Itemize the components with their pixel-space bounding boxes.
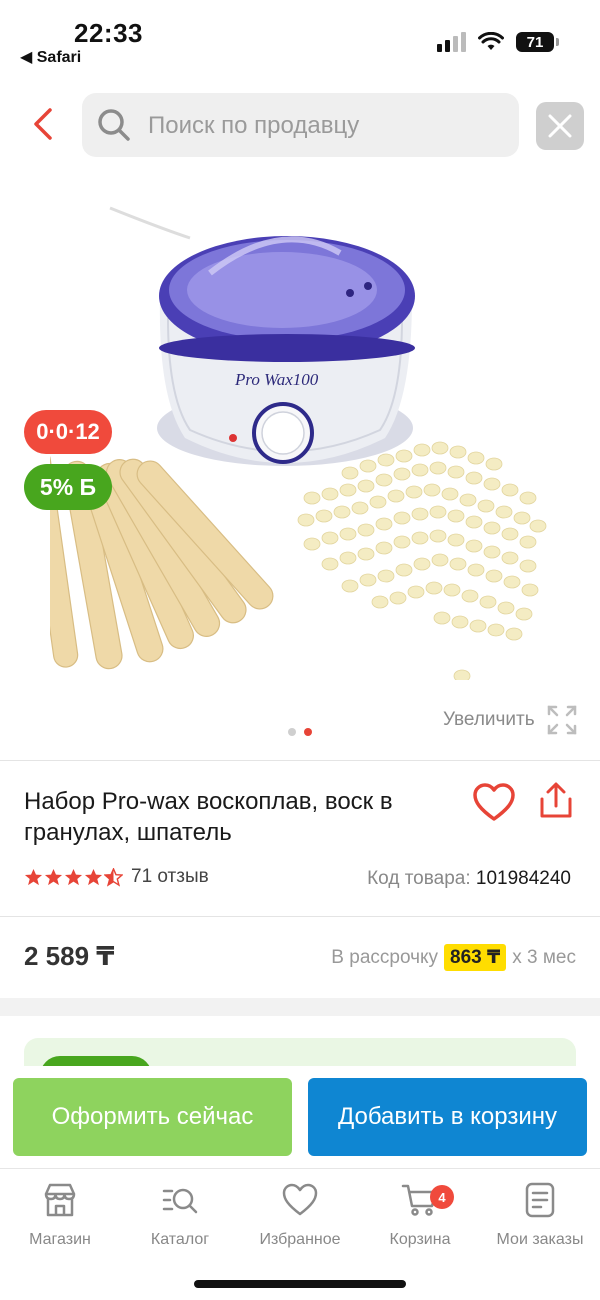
nav-item-cart[interactable]: 4 Корзина: [360, 1181, 480, 1249]
home-indicator[interactable]: [194, 1280, 406, 1288]
divider: [0, 760, 600, 761]
star-icon: [24, 868, 43, 885]
gallery-dot[interactable]: [288, 728, 296, 736]
star-half-icon: [104, 867, 123, 887]
installment-info[interactable]: В рассрочку 863 ₸ х 3 мес: [331, 944, 576, 971]
share-icon[interactable]: [537, 781, 575, 821]
status-bar: 22:33 ◀ Safari 71: [0, 0, 600, 80]
cart-count-badge: 4: [430, 1185, 454, 1209]
seller-search-input[interactable]: Поиск по продавцу: [82, 93, 519, 157]
status-time: 22:33: [74, 18, 143, 48]
gallery-dot-active[interactable]: [304, 728, 312, 736]
installment-badge: 0·0·12: [24, 410, 112, 454]
rating-stars: [24, 867, 123, 887]
status-icons: 71: [437, 32, 559, 52]
divider: [0, 916, 600, 917]
bonus-badge: 5% Б: [24, 464, 112, 510]
search-icon: [98, 109, 130, 141]
expand-icon[interactable]: [546, 704, 578, 736]
battery-indicator: 71: [516, 32, 559, 52]
add-to-cart-button[interactable]: Добавить в корзину: [308, 1078, 587, 1156]
star-icon: [44, 868, 63, 885]
nav-item-store[interactable]: Магазин: [0, 1181, 120, 1249]
nav-item-favorites[interactable]: Избранное: [240, 1181, 360, 1249]
star-icon: [84, 868, 103, 885]
installment-suffix: х 3 мес: [512, 946, 576, 968]
section-separator: [0, 998, 600, 1016]
product-sku: Код товара: 101984240: [367, 868, 571, 890]
product-title: Набор Pro-wax воскоплав, воск в гранулах…: [24, 788, 393, 846]
buy-now-button[interactable]: Оформить сейчас: [13, 1078, 292, 1156]
catalog-icon: [162, 1188, 198, 1214]
search-header: Поиск по продавцу: [0, 92, 600, 158]
back-to-safari[interactable]: ◀ Safari: [20, 47, 81, 67]
review-count[interactable]: 71 отзыв: [131, 866, 209, 888]
product-price: 2 589 ₸: [24, 941, 115, 971]
heart-icon[interactable]: [472, 782, 516, 824]
action-bar: Оформить сейчас Добавить в корзину: [0, 1066, 600, 1168]
nav-label: Каталог: [150, 1231, 210, 1248]
nav-label: Магазин: [29, 1231, 91, 1248]
nav-item-catalog[interactable]: Каталог: [120, 1181, 240, 1249]
nav-label: Мои заказы: [496, 1231, 584, 1248]
rating-row[interactable]: 71 отзыв: [24, 866, 209, 888]
signal-icon: [437, 32, 466, 52]
star-icon: [64, 868, 83, 885]
product-label: Pro Wax100: [234, 370, 319, 389]
clear-search-button[interactable]: [536, 102, 584, 150]
search-placeholder: Поиск по продавцу: [148, 112, 360, 139]
wifi-icon: [478, 32, 504, 50]
nav-item-orders[interactable]: Мои заказы: [480, 1181, 600, 1249]
gallery-dots[interactable]: [288, 728, 312, 736]
zoom-label[interactable]: Увеличить: [443, 709, 535, 731]
close-icon: [548, 114, 572, 138]
back-arrow-icon[interactable]: [26, 104, 62, 144]
nav-label: Корзина: [389, 1231, 451, 1248]
installment-prefix: В рассрочку: [331, 946, 439, 968]
heart-icon: [282, 1183, 318, 1216]
sku-label: Код товара:: [367, 868, 471, 889]
installment-amount: 863 ₸: [444, 944, 507, 971]
product-image[interactable]: Pro Wax100: [50, 198, 550, 680]
sku-value: 101984240: [475, 868, 571, 889]
store-icon: [44, 1183, 76, 1217]
orders-icon: [525, 1182, 555, 1218]
nav-label: Избранное: [259, 1231, 341, 1248]
